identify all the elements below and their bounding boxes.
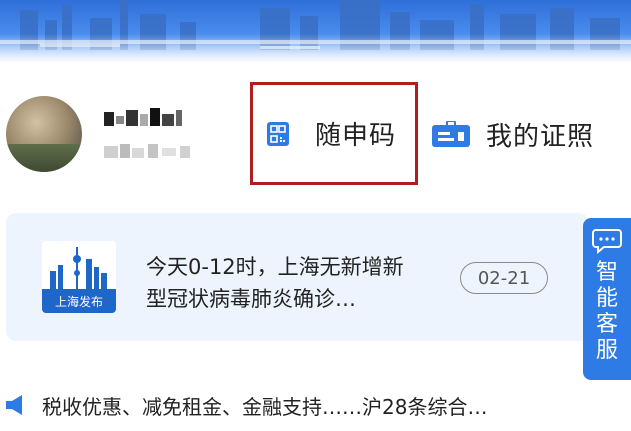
logo-skyline xyxy=(42,241,116,291)
my-certificates-button[interactable]: 我的证照 xyxy=(432,112,594,156)
suishen-code-button[interactable]: 随申码 xyxy=(250,82,418,185)
announcement-ticker[interactable]: 税收优惠、减免租金、金融支持……沪28条综合… xyxy=(0,390,600,420)
user-name-blurred xyxy=(104,106,184,132)
ticker-text: 税收优惠、减免租金、金融支持……沪28条综合… xyxy=(42,394,488,419)
speaker-icon xyxy=(6,395,22,415)
logo-text: 上海发布 xyxy=(42,289,116,313)
oriental-pearl-icon xyxy=(50,247,107,291)
news-headline[interactable]: 今天0-12时，上海无新增新型冠状病毒肺炎确诊… xyxy=(146,251,416,315)
avatar[interactable] xyxy=(6,96,82,172)
news-date-badge: 02-21 xyxy=(460,262,548,294)
my-certificates-label: 我的证照 xyxy=(486,121,595,152)
smart-service-tab[interactable]: 智能客服 xyxy=(583,218,631,380)
smart-service-label: 智能客服 xyxy=(595,260,618,363)
suishen-code-label: 随申码 xyxy=(315,121,397,151)
qr-code-icon xyxy=(267,121,289,146)
chat-bubble-icon xyxy=(592,229,622,254)
shanghai-release-logo: 上海发布 xyxy=(42,241,116,313)
top-banner xyxy=(0,0,631,62)
banner-fade xyxy=(0,34,631,62)
id-card-icon xyxy=(432,121,470,147)
avatar-landscape xyxy=(6,144,82,172)
user-subtitle-blurred xyxy=(104,142,204,162)
